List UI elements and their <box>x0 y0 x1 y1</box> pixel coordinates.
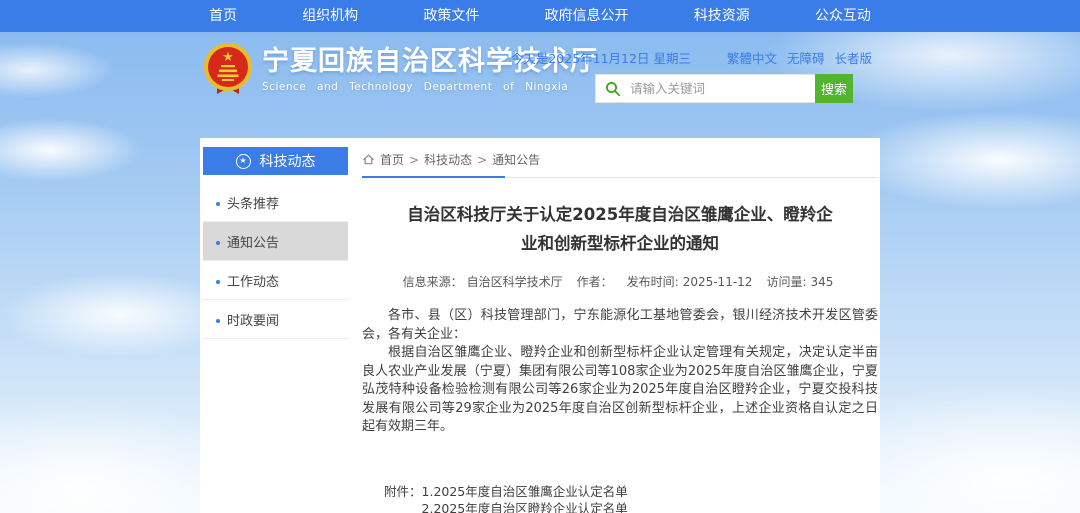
site-header-inner: ★ 宁夏回族自治区科学技术厅 Science and Technology De… <box>200 32 880 138</box>
breadcrumb-category-link[interactable]: 科技动态 <box>424 151 472 168</box>
sidebar-item-current-politics[interactable]: 时政要闻 <box>203 300 348 339</box>
sidebar-item-label: 头条推荐 <box>227 197 279 212</box>
article-paragraph: 各市、县（区）科技管理部门，宁东能源化工基地管委会，银川经济技术开发区管委会，各… <box>362 307 878 344</box>
sidebar-item-label: 通知公告 <box>227 236 279 251</box>
sidebar-title: 科技动态 <box>260 151 316 171</box>
sidebar-item-label: 时政要闻 <box>227 314 279 329</box>
attachments-block: 附件： 1.2025年度自治区雏鹰企业认定名单 2.2025年度自治区瞪羚企业认… <box>384 483 878 513</box>
sidebar-item-notices[interactable]: 通知公告 <box>203 222 348 261</box>
sidebar-item-work-news[interactable]: 工作动态 <box>203 261 348 300</box>
header-utility-bar: 今天是2025年11月12日 星期三 繁體中文 无障碍 长者版 <box>511 48 872 67</box>
national-emblem-logo: ★ <box>203 42 253 98</box>
article-title: 自治区科技厅关于认定2025年度自治区雏鹰企业、瞪羚企业和创新型标杆企业的通知 <box>404 200 836 258</box>
nav-item-home[interactable]: 首页 <box>209 0 237 32</box>
bullet-dot-icon <box>216 280 220 284</box>
article-paragraph: 根据自治区雏鹰企业、瞪羚企业和创新型标杆企业认定管理有关规定，决定认定半亩良人农… <box>362 344 878 437</box>
breadcrumb: 首页 > 科技动态 > 通知公告 <box>362 138 878 178</box>
top-navbar-inner: 首页 组织机构 政策文件 政府信息公开 科技资源 公众互动 <box>195 0 885 32</box>
site-name-english: Science and Technology Department of Nin… <box>262 81 598 93</box>
current-date: 今天是2025年11月12日 星期三 <box>511 48 691 67</box>
content-card: ★ 科技动态 头条推荐 通知公告 工作动态 时政要闻 首页 > 科技动 <box>200 138 880 513</box>
elder-version-link[interactable]: 长者版 <box>834 48 872 67</box>
nav-item-gov-info-disclosure[interactable]: 政府信息公开 <box>545 0 629 32</box>
meta-author-label: 作者： <box>577 275 613 289</box>
main-content: 首页 > 科技动态 > 通知公告 自治区科技厅关于认定2025年度自治区雏鹰企业… <box>348 138 880 513</box>
attachments-list: 1.2025年度自治区雏鹰企业认定名单 2.2025年度自治区瞪羚企业认定名单 … <box>422 483 666 513</box>
attachment-link-gazelle-list[interactable]: 2.2025年度自治区瞪羚企业认定名单 <box>422 500 666 513</box>
meta-source-label: 信息来源： <box>403 275 463 289</box>
article-meta: 信息来源： 自治区科学技术厅作者： 发布时间: 2025-11-12 访问量: 345 <box>362 273 878 290</box>
nav-item-public-interaction[interactable]: 公众互动 <box>815 0 871 32</box>
attachments-label: 附件： <box>384 483 422 513</box>
article-body: 各市、县（区）科技管理部门，宁东能源化工基地管委会，银川经济技术开发区管委会，各… <box>362 307 878 437</box>
breadcrumb-separator: > <box>409 153 419 167</box>
search-bar: 搜索 <box>595 74 853 103</box>
svg-text:★: ★ <box>222 50 234 65</box>
sidebar-item-headlines[interactable]: 头条推荐 <box>203 183 348 222</box>
bullet-dot-icon <box>216 241 220 245</box>
search-button[interactable]: 搜索 <box>815 74 853 103</box>
sidebar-list: 头条推荐 通知公告 工作动态 时政要闻 <box>203 183 348 339</box>
nav-item-policy-documents[interactable]: 政策文件 <box>423 0 479 32</box>
meta-views-label: 访问量: <box>766 275 806 289</box>
bullet-dot-icon <box>216 202 220 206</box>
accessibility-link[interactable]: 无障碍 <box>787 48 825 67</box>
breadcrumb-current: 通知公告 <box>492 151 540 168</box>
top-navbar: 首页 组织机构 政策文件 政府信息公开 科技资源 公众互动 <box>0 0 1080 32</box>
nav-item-organization[interactable]: 组织机构 <box>302 0 358 32</box>
breadcrumb-separator: > <box>477 153 487 167</box>
star-circle-icon: ★ <box>236 154 251 169</box>
sidebar-item-label: 工作动态 <box>227 275 279 290</box>
sidebar-header: ★ 科技动态 <box>203 147 348 175</box>
search-icon <box>605 81 621 97</box>
site-header: ★ 宁夏回族自治区科学技术厅 Science and Technology De… <box>0 32 1080 138</box>
meta-time-label: 发布时间: <box>627 275 679 289</box>
sidebar: ★ 科技动态 头条推荐 通知公告 工作动态 时政要闻 <box>203 138 348 513</box>
home-icon <box>362 153 375 166</box>
search-box <box>595 74 815 103</box>
attachment-link-eagle-list[interactable]: 1.2025年度自治区雏鹰企业认定名单 <box>422 483 666 501</box>
breadcrumb-home-link[interactable]: 首页 <box>380 151 404 168</box>
nav-item-sci-tech-resources[interactable]: 科技资源 <box>694 0 750 32</box>
meta-views-value: 345 <box>810 275 833 289</box>
bullet-dot-icon <box>216 319 220 323</box>
meta-time-value: 2025-11-12 <box>683 275 753 289</box>
lang-traditional-chinese-link[interactable]: 繁體中文 <box>727 48 777 67</box>
search-input[interactable] <box>628 80 815 97</box>
meta-source-value: 自治区科学技术厅 <box>467 275 563 289</box>
